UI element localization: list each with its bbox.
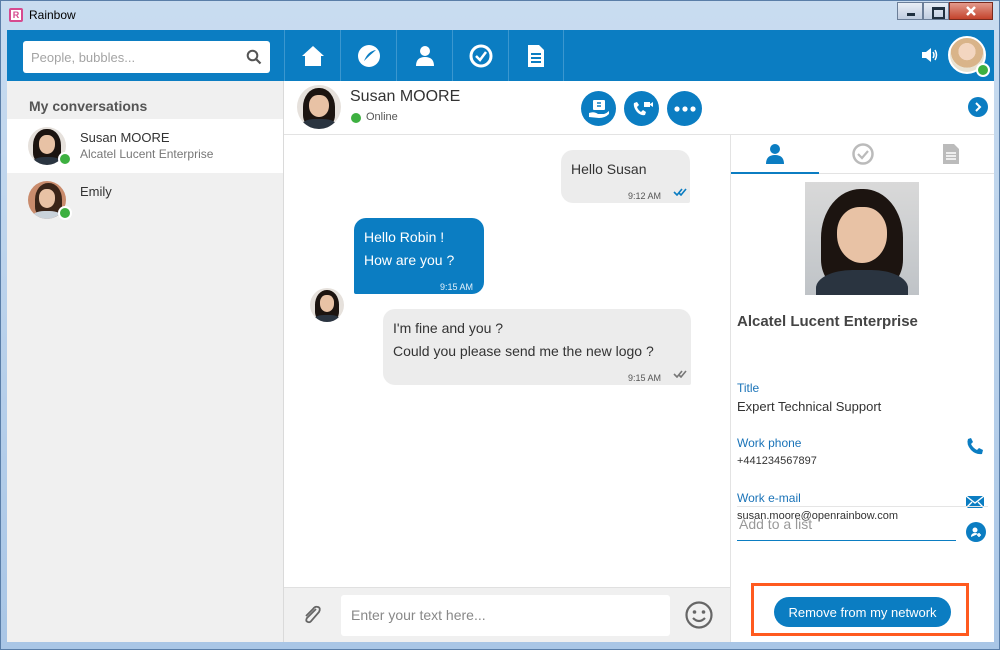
work-phone-value: +441234567897 [737,455,817,467]
share-screen-button[interactable] [581,91,616,126]
message-text: Hello Susan [571,161,647,177]
message-text: Hello Robin ! [364,229,445,245]
message-bubble: Hello Robin ! How are you ? 9:15 AM [354,218,484,294]
tab-history[interactable] [452,30,508,81]
message-text: How are you ? [364,252,455,268]
work-phone-label: Work phone [737,436,802,450]
divider [737,506,988,507]
user-status-indicator [976,63,990,77]
emoji-icon[interactable] [684,600,714,630]
chevron-right-icon [975,102,982,112]
add-to-list-input[interactable] [737,509,956,539]
email-icon[interactable] [965,494,985,510]
search-box [23,41,270,73]
message-time: 9:15 AM [440,282,474,292]
maximize-button[interactable] [923,2,949,20]
message-time: 9:12 AM [628,191,662,201]
conversations-sidebar: My conversations Susan MOORE Alcatel Luc… [7,81,284,642]
minimize-icon [898,3,922,19]
home-icon [301,45,324,66]
rainbow-app-icon: R [9,8,23,22]
presence-label: Online [366,111,398,123]
tab-shared-files[interactable] [907,135,994,173]
window-title: Rainbow [29,8,76,22]
share-screen-icon [588,99,609,118]
activity-icon [357,44,380,67]
message-time: 9:15 AM [628,373,662,383]
company-name: Alcatel Lucent Enterprise [737,313,918,330]
message-text: I'm fine and you ? [393,320,504,336]
work-email-label: Work e-mail [737,491,801,505]
video-call-icon [633,101,653,115]
conversation-name: Susan MOORE [80,130,170,145]
message-bubble: I'm fine and you ? Could you please send… [383,309,691,385]
tab-profile[interactable] [731,135,819,174]
window-controls [897,2,993,20]
contact-name: Susan MOORE [350,88,461,105]
app-window: R Rainbow People, bubbles... My conversa… [0,0,1000,650]
files-icon [528,44,544,67]
search-icon[interactable] [246,49,262,65]
contact-avatar[interactable] [297,85,341,129]
call-button[interactable] [624,91,659,126]
tab-history[interactable] [819,135,907,173]
conversation-subtitle: Alcatel Lucent Enterprise [80,147,214,161]
tab-files[interactable] [508,30,564,81]
attachment-icon[interactable] [300,603,324,627]
message-composer [284,587,730,642]
add-contact-icon [971,527,981,537]
close-button[interactable] [949,2,993,20]
contacts-icon [415,45,434,66]
conversation-name: Emily [80,184,112,199]
sidebar-title: My conversations [29,98,148,114]
contact-details-panel: Alcatel Lucent Enterprise Title Expert T… [730,135,994,642]
tab-home[interactable] [284,30,340,81]
profile-icon [766,144,784,164]
title-value: Expert Technical Support [737,399,882,414]
history-icon [469,44,492,67]
read-receipt-icon [673,188,687,196]
contact-message-avatar [310,288,344,322]
message-bubble: Hello Susan 9:12 AM [561,150,690,203]
conversation-item-emily[interactable]: Emily [7,173,283,227]
message-text: Could you please send me the new logo ? [393,343,654,359]
delivered-receipt-icon [673,370,687,378]
details-tabs [731,135,994,174]
presence-dot [351,113,361,123]
more-options-button[interactable] [667,91,702,126]
status-badge [58,152,72,166]
tab-activity[interactable] [340,30,396,81]
minimize-button[interactable] [897,2,923,20]
message-list: Hello Susan 9:12 AM Hello Robin ! How ar… [284,135,730,587]
phone-icon[interactable] [965,437,985,457]
speaker-icon[interactable] [921,46,939,64]
tab-contacts[interactable] [396,30,452,81]
add-to-list-button[interactable] [966,522,986,542]
app-client-area: My conversations Susan MOORE Alcatel Luc… [7,30,994,642]
document-icon [943,144,959,164]
contact-photo [805,182,919,295]
chat-header: Susan MOORE Online [284,81,994,135]
close-icon [950,3,992,19]
more-icon [673,105,696,112]
status-badge [58,206,72,220]
search-input[interactable] [31,48,241,66]
title-bar: R Rainbow [1,1,999,31]
maximize-icon [924,3,948,19]
main-nav [284,30,564,81]
conversation-item-susan[interactable]: Susan MOORE Alcatel Lucent Enterprise [7,119,283,173]
add-to-list-field [737,509,956,541]
remove-from-network-button[interactable]: Remove from my network [774,597,951,627]
clock-icon [852,143,874,165]
message-field [341,595,670,636]
title-label: Title [737,381,760,395]
toggle-panel-button[interactable] [968,97,988,117]
message-input[interactable] [351,605,651,625]
top-bar [7,30,994,81]
